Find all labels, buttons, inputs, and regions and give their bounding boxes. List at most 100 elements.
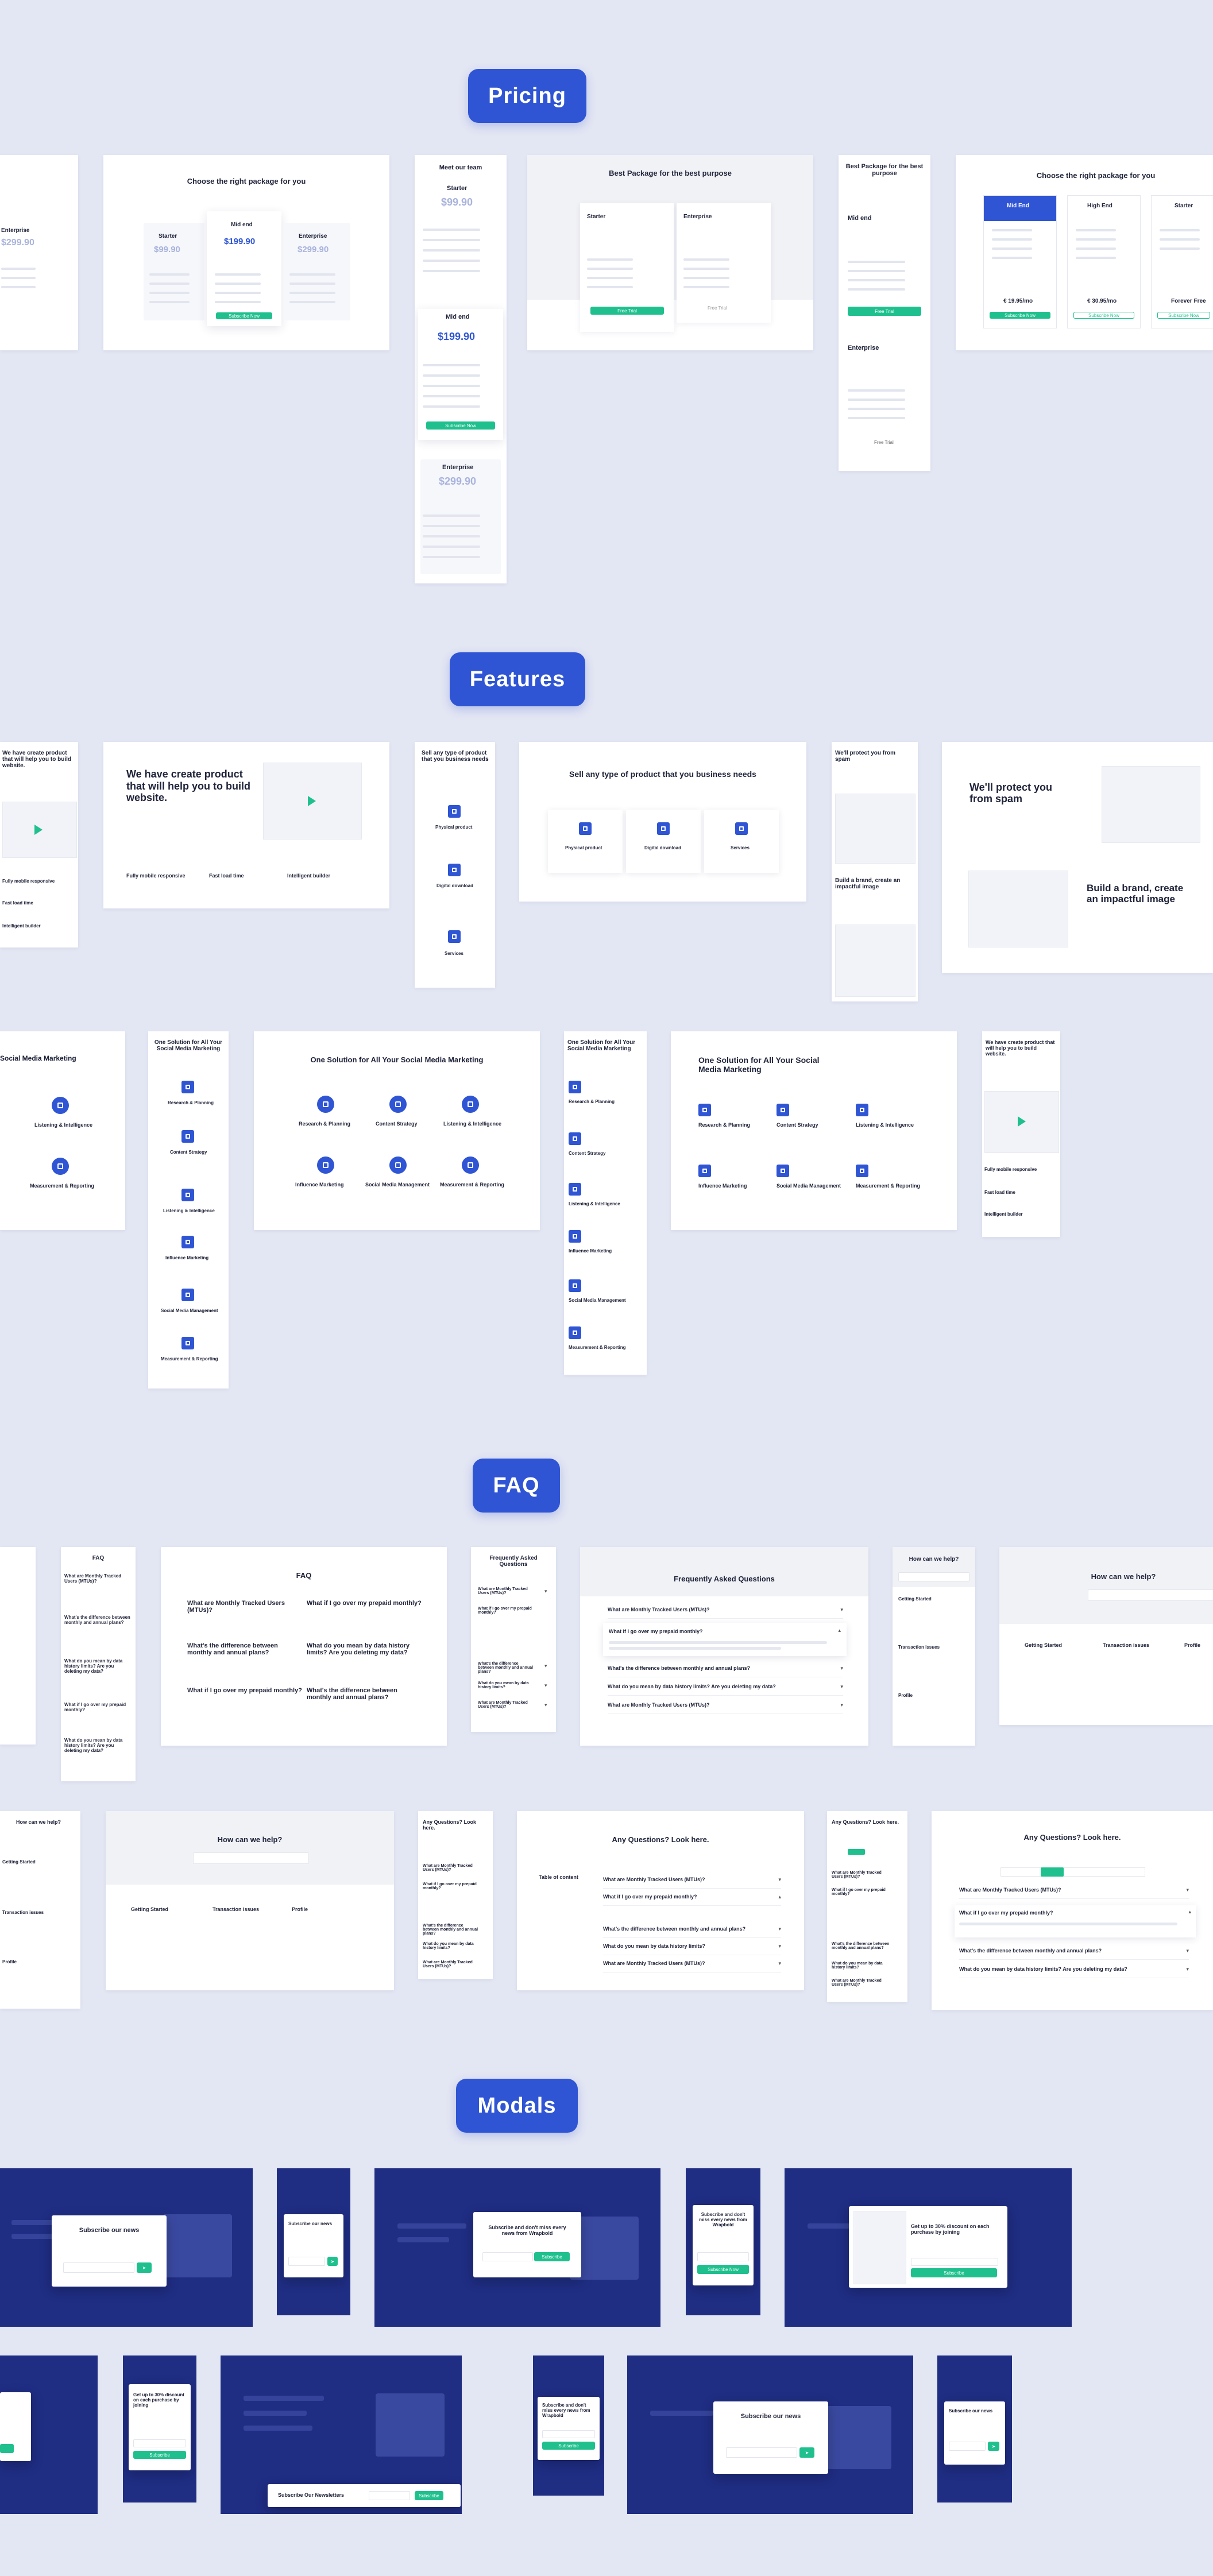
- faq-row[interactable]: What are Monthly Tracked Users (MTUs)? ▾: [603, 1958, 781, 1972]
- faq-question[interactable]: What if I go over my prepaid monthly?: [832, 1888, 891, 1896]
- faq-question[interactable]: What do you mean by data history limits?: [832, 1962, 891, 1970]
- chevron-down-icon[interactable]: ▾: [1186, 1966, 1189, 1972]
- chevron-up-icon[interactable]: ▴: [778, 1894, 781, 1900]
- tab-active[interactable]: [1041, 1867, 1064, 1877]
- play-icon[interactable]: [34, 825, 43, 835]
- chevron-down-icon[interactable]: ▾: [544, 1682, 547, 1689]
- faq-question[interactable]: What are Monthly Tracked Users (MTUs)?: [832, 1979, 891, 1987]
- faq-question[interactable]: What's the difference between monthly an…: [64, 1615, 132, 1625]
- faq-question[interactable]: What if I go over my prepaid monthly?: [307, 1600, 422, 1607]
- subscribe-button[interactable]: Subscribe Now: [990, 312, 1050, 319]
- subscribe-button[interactable]: Subscribe: [542, 2442, 595, 2450]
- chevron-down-icon[interactable]: ▾: [778, 1926, 781, 1932]
- faq-question[interactable]: What's the difference between monthly an…: [603, 1926, 745, 1932]
- chevron-down-icon[interactable]: ▾: [840, 1684, 843, 1690]
- subscribe-button[interactable]: Subscribe Now: [1073, 312, 1134, 319]
- subscribe-button[interactable]: Subscribe Now: [1157, 312, 1210, 319]
- play-icon[interactable]: [1018, 1116, 1026, 1127]
- chevron-down-icon[interactable]: ▾: [778, 1943, 781, 1950]
- faq-question[interactable]: What if I go over my prepaid monthly?: [959, 1910, 1053, 1916]
- subscribe-button[interactable]: Subscribe: [911, 2268, 997, 2277]
- faq-question[interactable]: What's the difference between monthly an…: [187, 1642, 296, 1656]
- subscribe-button[interactable]: Subscribe: [534, 2252, 570, 2261]
- faq-question[interactable]: What if I go over my prepaid monthly?: [478, 1607, 535, 1615]
- free-trial-link[interactable]: Free Trial: [708, 305, 727, 311]
- faq-question[interactable]: What do you mean by data history limits?: [423, 1942, 480, 1950]
- send-button[interactable]: ➤: [327, 2257, 338, 2266]
- faq-question[interactable]: What do you mean by data history limits?: [603, 1943, 705, 1949]
- chevron-down-icon[interactable]: ▾: [1186, 1948, 1189, 1954]
- faq-question[interactable]: What are Monthly Tracked Users (MTUs)?: [64, 1573, 132, 1584]
- subscribe-button[interactable]: Subscribe Now: [216, 312, 272, 319]
- send-button[interactable]: ➤: [137, 2262, 152, 2273]
- faq-row[interactable]: What if I go over my prepaid monthly? ▴: [603, 1892, 781, 1906]
- faq-question[interactable]: What are Monthly Tracked Users (MTUs)?: [187, 1600, 302, 1614]
- free-trial-button[interactable]: Free Trial: [848, 307, 921, 316]
- free-trial-button[interactable]: Free Trial: [590, 307, 664, 315]
- search-input[interactable]: [1088, 1589, 1213, 1601]
- faq-question[interactable]: What if I go over my prepaid monthly?: [603, 1894, 697, 1900]
- subscribe-button[interactable]: Subscribe: [133, 2451, 186, 2459]
- chevron-up-icon[interactable]: ▴: [1188, 1909, 1191, 1915]
- tab-active[interactable]: [848, 1849, 865, 1855]
- email-input[interactable]: [288, 2257, 325, 2266]
- faq-question[interactable]: What do you mean by data history limits?…: [64, 1658, 132, 1674]
- faq-row[interactable]: What do you mean by data history limits?…: [608, 1680, 843, 1696]
- faq-question[interactable]: What's the difference between monthly an…: [478, 1662, 535, 1674]
- faq-question[interactable]: What do you mean by data history limits?…: [307, 1642, 422, 1656]
- chevron-down-icon[interactable]: ▾: [778, 1960, 781, 1967]
- email-input[interactable]: [482, 2252, 533, 2261]
- chevron-down-icon[interactable]: ▾: [840, 1665, 843, 1672]
- faq-question[interactable]: What's the difference between monthly an…: [423, 1924, 480, 1936]
- free-trial-link[interactable]: Free Trial: [874, 440, 894, 445]
- chevron-down-icon[interactable]: ▾: [778, 1877, 781, 1883]
- email-input[interactable]: [369, 2491, 410, 2500]
- faq-question[interactable]: What do you mean by data history limits?…: [959, 1966, 1127, 1972]
- email-input[interactable]: [726, 2447, 797, 2458]
- faq-row-expanded[interactable]: What if I go over my prepaid monthly? ▴: [603, 1623, 847, 1656]
- send-button[interactable]: ➤: [988, 2442, 999, 2451]
- subscribe-button[interactable]: [0, 2444, 14, 2453]
- faq-row[interactable]: What are Monthly Tracked Users (MTUs)? ▾: [608, 1603, 843, 1619]
- faq-question[interactable]: What if I go over my prepaid monthly?: [187, 1687, 302, 1694]
- faq-question[interactable]: What are Monthly Tracked Users (MTUs)?: [603, 1877, 705, 1882]
- faq-row[interactable]: What's the difference between monthly an…: [603, 1924, 781, 1938]
- faq-row[interactable]: What's the difference between monthly an…: [959, 1945, 1189, 1960]
- faq-row[interactable]: What are Monthly Tracked Users (MTUs)? ▾: [959, 1885, 1189, 1899]
- chevron-down-icon[interactable]: ▾: [544, 1588, 547, 1595]
- faq-question[interactable]: What are Monthly Tracked Users (MTUs)?: [478, 1701, 535, 1709]
- faq-row[interactable]: What's the difference between monthly an…: [608, 1662, 843, 1677]
- faq-question[interactable]: What if I go over my prepaid monthly?: [609, 1629, 703, 1634]
- faq-question[interactable]: What's the difference between monthly an…: [307, 1687, 422, 1701]
- faq-row[interactable]: What do you mean by data history limits?…: [603, 1941, 781, 1955]
- faq-question[interactable]: What are Monthly Tracked Users (MTUs)?: [478, 1587, 535, 1595]
- chevron-down-icon[interactable]: ▾: [840, 1702, 843, 1708]
- faq-question[interactable]: What's the difference between monthly an…: [832, 1942, 891, 1950]
- faq-row-expanded[interactable]: What if I go over my prepaid monthly? ▴: [955, 1905, 1196, 1937]
- chevron-up-icon[interactable]: ▴: [838, 1627, 841, 1634]
- subscribe-button[interactable]: Subscribe Now: [697, 2265, 749, 2274]
- faq-question[interactable]: What's the difference between monthly an…: [959, 1948, 1102, 1954]
- faq-question[interactable]: What do you mean by data history limits?: [478, 1681, 535, 1689]
- faq-question[interactable]: What are Monthly Tracked Users (MTUs)?: [832, 1871, 891, 1879]
- email-input[interactable]: [949, 2442, 986, 2451]
- subscribe-button[interactable]: Subscribe Now: [426, 421, 495, 430]
- chevron-down-icon[interactable]: ▾: [840, 1607, 843, 1613]
- faq-row[interactable]: What are Monthly Tracked Users (MTUs)? ▾: [603, 1874, 781, 1889]
- faq-question[interactable]: What are Monthly Tracked Users (MTUs)?: [959, 1887, 1061, 1893]
- faq-row[interactable]: What do you mean by data history limits?…: [959, 1964, 1189, 1978]
- search-input[interactable]: [898, 1572, 969, 1581]
- chevron-down-icon[interactable]: ▾: [544, 1663, 547, 1669]
- faq-question[interactable]: What are Monthly Tracked Users (MTUs)?: [603, 1960, 705, 1966]
- faq-question[interactable]: What do you mean by data history limits?…: [64, 1738, 132, 1753]
- faq-question[interactable]: What if I go over my prepaid monthly?: [423, 1882, 480, 1890]
- email-input[interactable]: [697, 2252, 749, 2261]
- email-input[interactable]: [542, 2430, 595, 2438]
- play-icon[interactable]: [308, 796, 316, 806]
- faq-question[interactable]: What are Monthly Tracked Users (MTUs)?: [423, 1960, 480, 1968]
- email-input[interactable]: [911, 2258, 998, 2266]
- chevron-down-icon[interactable]: ▾: [1186, 1887, 1189, 1893]
- email-input[interactable]: [63, 2262, 134, 2273]
- faq-question[interactable]: What are Monthly Tracked Users (MTUs)?: [608, 1702, 710, 1708]
- faq-question[interactable]: What if I go over my prepaid monthly?: [64, 1702, 132, 1712]
